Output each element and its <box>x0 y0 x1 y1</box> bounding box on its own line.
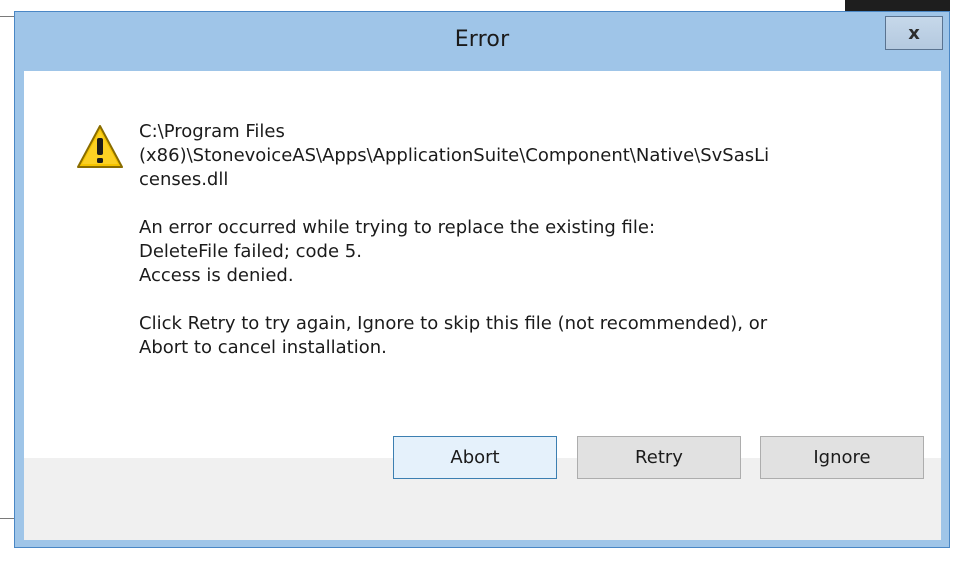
close-icon: x <box>908 22 920 44</box>
dialog-titlebar[interactable]: Error x <box>15 12 949 71</box>
close-button[interactable]: x <box>885 16 943 50</box>
background-window-edge <box>0 16 14 17</box>
error-code: DeleteFile failed; code 5. <box>139 241 362 262</box>
background-window-edge <box>0 518 14 519</box>
ignore-button[interactable]: Ignore <box>760 436 924 479</box>
warning-icon <box>77 125 123 168</box>
file-path-line: censes.dll <box>139 169 229 190</box>
error-reason: Access is denied. <box>139 265 294 286</box>
error-description: An error occurred while trying to replac… <box>139 217 656 238</box>
file-path-line: (x86)\StonevoiceAS\Apps\ApplicationSuite… <box>139 145 770 166</box>
message-area: C:\Program Files (x86)\StonevoiceAS\Apps… <box>24 71 941 458</box>
error-dialog: Error x C:\Program Files (x86)\Stonevoic… <box>14 11 950 548</box>
dialog-title: Error <box>454 27 510 52</box>
error-message: C:\Program Files (x86)\StonevoiceAS\Apps… <box>139 120 899 360</box>
retry-button[interactable]: Retry <box>577 436 741 479</box>
instructions-text: Click Retry to try again, Ignore to skip… <box>139 313 768 334</box>
abort-button[interactable]: Abort <box>393 436 557 479</box>
instructions-text: Abort to cancel installation. <box>139 337 387 358</box>
file-path-line: C:\Program Files <box>139 121 285 142</box>
